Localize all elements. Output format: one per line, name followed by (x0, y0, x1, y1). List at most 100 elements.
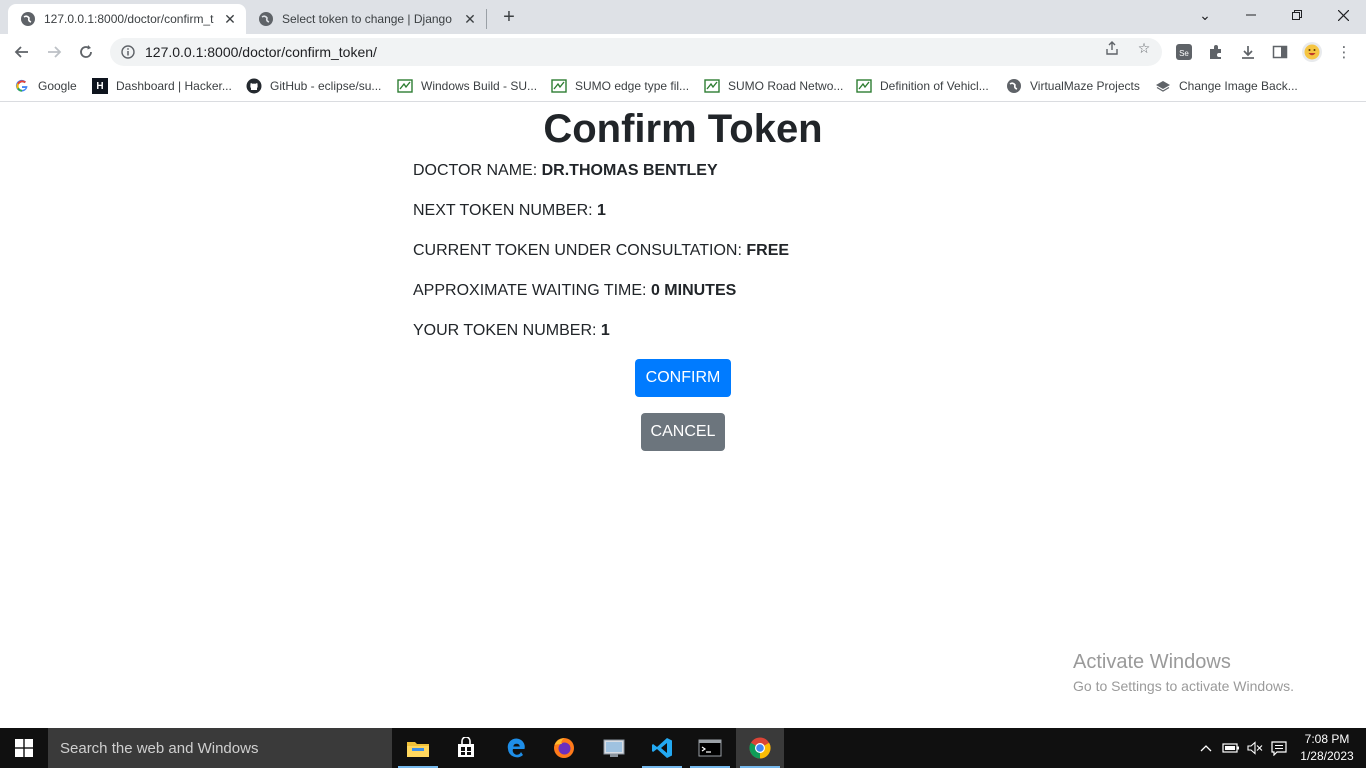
close-tab-icon[interactable]: ✕ (222, 11, 238, 27)
doctor-name-row: DOCTOR NAME: DR.THOMAS BENTLEY (413, 162, 718, 180)
address-bar[interactable]: 127.0.0.1:8000/doctor/confirm_token/ (110, 38, 1162, 66)
bookmark-definition-vehicle[interactable]: Definition of Vehicl... (856, 75, 989, 97)
tab-title: Select token to change | Django s (282, 12, 454, 26)
bookmark-virtualmaze[interactable]: VirtualMaze Projects (1006, 75, 1140, 97)
tab-search-icon[interactable]: ⌄ (1182, 0, 1228, 30)
tab-confirm-token[interactable]: 127.0.0.1:8000/doctor/confirm_to ✕ (8, 4, 246, 34)
firefox-icon[interactable] (540, 728, 588, 768)
bookmark-label: Definition of Vehicl... (880, 79, 989, 93)
page-title: Confirm Token (543, 107, 823, 151)
edge-browser-icon[interactable] (492, 728, 540, 768)
browser-menu-icon[interactable]: ⋮ (1332, 40, 1356, 64)
globe-icon (258, 11, 274, 27)
windows-logo-icon (15, 739, 33, 757)
control-panel-icon[interactable] (590, 728, 638, 768)
taskbar-clock[interactable]: 7:08 PM 1/28/2023 (1292, 731, 1362, 765)
your-token-row: YOUR TOKEN NUMBER: 1 (413, 322, 610, 340)
cancel-button[interactable]: CANCEL (641, 413, 725, 451)
watermark-title: Activate Windows (1073, 651, 1231, 673)
globe-icon (20, 11, 36, 27)
current-token-value: FREE (746, 242, 790, 259)
profile-avatar[interactable] (1300, 40, 1324, 64)
waiting-time-value: 0 MINUTES (650, 282, 737, 299)
field-label: YOUR TOKEN NUMBER: (413, 322, 601, 339)
bookmark-windows-build[interactable]: Windows Build - SU... (397, 75, 537, 97)
page-content: Confirm Token DOCTOR NAME: DR.THOMAS BEN… (0, 103, 1366, 728)
bookmark-label: VirtualMaze Projects (1030, 79, 1140, 93)
chrome-icon[interactable] (736, 728, 784, 768)
taskbar-search-input[interactable]: Search the web and Windows (48, 728, 392, 768)
field-label: NEXT TOKEN NUMBER: (413, 202, 598, 219)
doctor-name-value: DR.THOMAS BENTLEY (541, 162, 718, 179)
confirm-button[interactable]: CONFIRM (635, 359, 731, 397)
svg-text:Se: Se (1179, 49, 1189, 58)
side-panel-icon[interactable] (1268, 40, 1292, 64)
back-button[interactable] (8, 38, 36, 66)
reload-button[interactable] (72, 38, 100, 66)
start-button[interactable] (0, 728, 48, 768)
next-token-row: NEXT TOKEN NUMBER: 1 (413, 202, 606, 220)
bookmark-label: GitHub - eclipse/su... (270, 79, 382, 93)
field-label: DOCTOR NAME: (413, 162, 542, 179)
action-center-icon[interactable] (1268, 728, 1290, 768)
bookmark-label: Windows Build - SU... (421, 79, 538, 93)
download-icon[interactable] (1236, 40, 1260, 64)
bookmarks-bar: Google H Dashboard | Hacker... GitHub - … (0, 70, 1366, 102)
tab-strip: 127.0.0.1:8000/doctor/confirm_to ✕ Selec… (0, 0, 1366, 34)
sumo-icon (704, 78, 720, 94)
bookmark-star-icon[interactable]: ☆ (1136, 40, 1152, 56)
share-icon[interactable] (1104, 40, 1120, 56)
forward-button[interactable] (40, 38, 68, 66)
watermark-subtitle: Go to Settings to activate Windows. (1073, 678, 1294, 694)
tab-divider (486, 9, 487, 29)
bookmark-change-image[interactable]: Change Image Back... (1155, 75, 1298, 97)
site-info-icon[interactable] (120, 44, 136, 60)
bookmark-sumo-road[interactable]: SUMO Road Netwo... (704, 75, 843, 97)
bookmark-label: Change Image Back... (1179, 79, 1298, 93)
globe-icon (1006, 78, 1022, 94)
github-icon (246, 78, 262, 94)
tab-django-admin[interactable]: Select token to change | Django s ✕ (246, 4, 486, 34)
tab-title: 127.0.0.1:8000/doctor/confirm_to (44, 12, 214, 26)
next-token-value: 1 (597, 202, 606, 219)
battery-icon[interactable] (1220, 728, 1242, 768)
layers-icon (1155, 78, 1171, 94)
sumo-icon (397, 78, 413, 94)
file-explorer-icon[interactable] (394, 728, 442, 768)
sumo-icon (856, 78, 872, 94)
bookmark-label: Google (38, 79, 77, 93)
show-hidden-icons-icon[interactable] (1196, 728, 1216, 768)
bookmark-label: SUMO Road Netwo... (728, 79, 844, 93)
selenium-extension-icon[interactable]: Se (1172, 40, 1196, 64)
extensions-puzzle-icon[interactable] (1204, 40, 1228, 64)
restore-button[interactable] (1274, 0, 1320, 30)
hackerrank-icon: H (92, 78, 108, 94)
current-token-row: CURRENT TOKEN UNDER CONSULTATION: FREE (413, 242, 789, 260)
close-tab-icon[interactable]: ✕ (462, 11, 478, 27)
clock-date: 1/28/2023 (1300, 749, 1354, 763)
waiting-time-row: APPROXIMATE WAITING TIME: 0 MINUTES (413, 282, 736, 300)
url-text: 127.0.0.1:8000/doctor/confirm_token/ (145, 44, 377, 60)
bookmark-hackerrank[interactable]: H Dashboard | Hacker... (92, 75, 232, 97)
bookmark-github[interactable]: GitHub - eclipse/su... (246, 75, 381, 97)
new-tab-button[interactable]: + (498, 6, 520, 28)
clock-time: 7:08 PM (1304, 732, 1350, 746)
minimize-button[interactable] (1228, 0, 1274, 30)
terminal-icon[interactable] (686, 728, 734, 768)
field-label: APPROXIMATE WAITING TIME: (413, 282, 651, 299)
bookmark-sumo-edge[interactable]: SUMO edge type fil... (551, 75, 689, 97)
bookmark-google[interactable]: Google (14, 75, 77, 97)
volume-muted-icon[interactable] (1244, 728, 1266, 768)
browser-toolbar: 127.0.0.1:8000/doctor/confirm_token/ ☆ (0, 34, 1366, 70)
field-label: CURRENT TOKEN UNDER CONSULTATION: (413, 242, 747, 259)
bookmark-label: Dashboard | Hacker... (116, 79, 232, 93)
windows-taskbar: Search the web and Windows 7:08 PM 1/28/… (0, 728, 1366, 768)
store-icon[interactable] (442, 728, 490, 768)
google-icon (14, 78, 30, 94)
your-token-value: 1 (600, 322, 610, 339)
activate-windows-watermark: Activate Windows Go to Settings to activ… (1073, 651, 1294, 694)
close-window-button[interactable] (1320, 0, 1366, 30)
bookmark-label: SUMO edge type fil... (575, 79, 690, 93)
vscode-icon[interactable] (638, 728, 686, 768)
sumo-icon (551, 78, 567, 94)
